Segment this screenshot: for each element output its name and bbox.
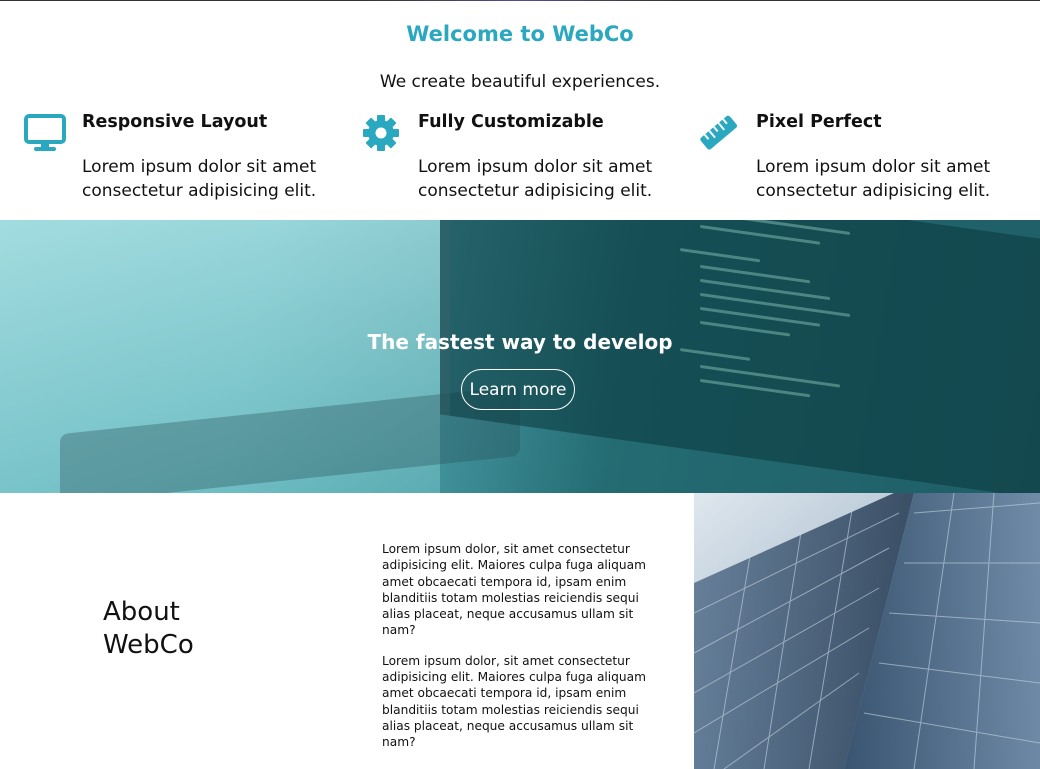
- page-tagline: We create beautiful experiences.: [379, 72, 661, 92]
- monitor-icon: [24, 112, 66, 154]
- learn-more-button[interactable]: Learn more: [461, 369, 575, 410]
- building-image: [694, 493, 1040, 769]
- about-paragraph: Lorem ipsum dolor, sit amet consectetur …: [382, 653, 646, 750]
- feature-description: Lorem ipsum dolor sit amet consectetur a…: [82, 157, 317, 201]
- feature-title: Pixel Perfect: [756, 112, 882, 132]
- feature-description: Lorem ipsum dolor sit amet consectetur a…: [418, 157, 653, 201]
- top-border-line: [0, 0, 1040, 1]
- about-title: About WebCo: [103, 597, 194, 660]
- hero-code-screen-image: [440, 220, 1040, 493]
- feature-description: Lorem ipsum dolor sit amet consectetur a…: [756, 157, 991, 201]
- ruler-icon: [698, 112, 740, 154]
- hero-banner: The fastest way to develop Learn more: [0, 220, 1040, 493]
- about-paragraph: Lorem ipsum dolor, sit amet consectetur …: [382, 542, 646, 638]
- about-text: Lorem ipsum dolor, sit amet consectetur …: [382, 541, 662, 765]
- gear-icon: [360, 112, 402, 154]
- page-title: Welcome to WebCo: [406, 22, 634, 46]
- hero-title: The fastest way to develop: [367, 330, 673, 354]
- feature-title: Fully Customizable: [418, 112, 604, 132]
- feature-title: Responsive Layout: [82, 112, 268, 132]
